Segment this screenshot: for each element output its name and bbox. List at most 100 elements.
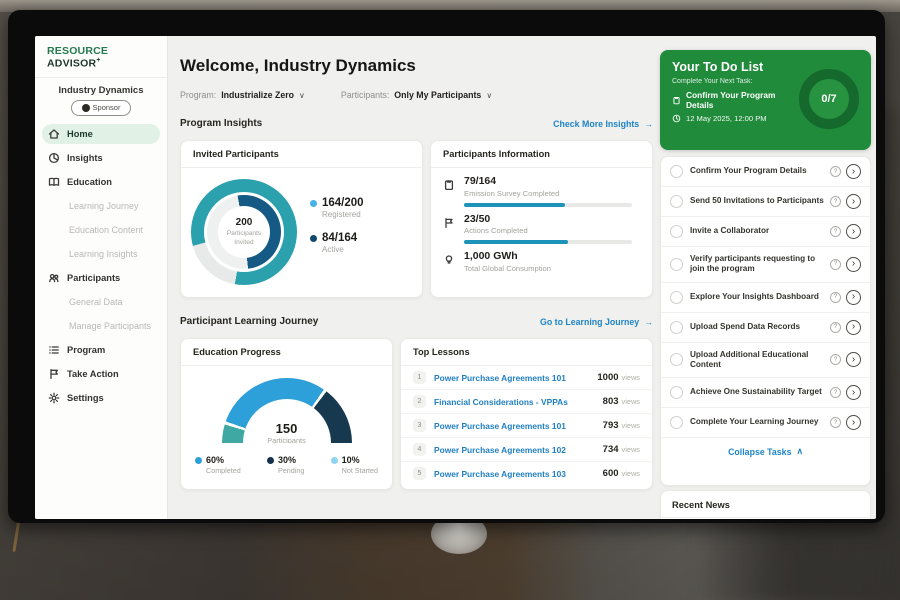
task-row[interactable]: Upload Spend Data Records ? › (661, 313, 870, 343)
sidebar-item-home[interactable]: Home (42, 124, 160, 144)
views-suffix: views (622, 373, 640, 382)
sidebar-item-settings[interactable]: Settings (42, 388, 160, 408)
task-row[interactable]: Invite a Collaborator ? › (661, 217, 870, 247)
chevron-right-button[interactable]: › (846, 352, 861, 367)
views-suffix: views (622, 421, 640, 430)
recent-news-card: Recent News (660, 490, 871, 519)
donut-center-value: 200 (236, 217, 253, 228)
chevron-right-button[interactable]: › (846, 415, 861, 430)
task-checkbox[interactable] (670, 195, 683, 208)
chevron-right-button[interactable]: › (846, 290, 861, 305)
lesson-views: 1000 (597, 372, 618, 383)
lesson-link[interactable]: Power Purchase Agreements 102 (434, 445, 603, 455)
legend-item-pending: 30% Pending (267, 455, 304, 475)
stat-label: Total Global Consumption (464, 264, 551, 273)
chevron-right-button[interactable]: › (846, 257, 861, 272)
help-icon[interactable]: ? (830, 387, 841, 398)
task-row[interactable]: Send 50 Invitations to Participants ? › (661, 187, 870, 217)
chevron-right-button[interactable]: › (846, 320, 861, 335)
participants-dropdown[interactable]: Participants: Only My Participants ∨ (341, 90, 492, 100)
lesson-link[interactable]: Power Purchase Agreements 101 (434, 373, 597, 383)
task-label: Verify participants requesting to join t… (690, 254, 826, 275)
legend-value: 164/200 (322, 197, 364, 209)
sidebar-item-program[interactable]: Program (42, 340, 160, 360)
sidebar-item-education-content[interactable]: Education Content (42, 220, 160, 240)
help-icon[interactable]: ? (830, 259, 841, 270)
task-row[interactable]: Explore Your Insights Dashboard ? › (661, 283, 870, 313)
sidebar-item-label: Program (67, 345, 105, 355)
sidebar-item-take-action[interactable]: Take Action (42, 364, 160, 384)
participants-value: Only My Participants (394, 90, 481, 100)
help-icon[interactable]: ? (830, 292, 841, 303)
help-icon[interactable]: ? (830, 166, 841, 177)
sidebar-item-label: Education (67, 177, 112, 187)
lesson-link[interactable]: Power Purchase Agreements 103 (434, 469, 603, 479)
task-checkbox[interactable] (670, 353, 683, 366)
sidebar-item-learning-insights[interactable]: Learning Insights (42, 244, 160, 264)
task-row[interactable]: Complete Your Learning Journey ? › (661, 408, 870, 438)
lesson-row[interactable]: 5 Power Purchase Agreements 103 600 view… (401, 462, 652, 485)
legend-dot (195, 457, 202, 464)
progress-bar (464, 203, 632, 207)
legend-label: Completed (206, 466, 241, 475)
help-icon[interactable]: ? (830, 196, 841, 207)
lesson-rank: 5 (413, 467, 426, 480)
task-checkbox[interactable] (670, 321, 683, 334)
task-checkbox[interactable] (670, 386, 683, 399)
sidebar-item-label: General Data (69, 297, 123, 307)
task-checkbox[interactable] (670, 258, 683, 271)
lesson-link[interactable]: Power Purchase Agreements 101 (434, 421, 603, 431)
views-suffix: views (622, 397, 640, 406)
task-checkbox[interactable] (670, 165, 683, 178)
learning-journey-header: Participant Learning Journey Go to Learn… (180, 316, 653, 327)
task-row[interactable]: Confirm Your Program Details ? › (661, 157, 870, 187)
lesson-row[interactable]: 4 Power Purchase Agreements 102 734 view… (401, 438, 652, 462)
chevron-right-button[interactable]: › (846, 385, 861, 400)
sidebar-nav: Home Insights Education Learning Journey… (35, 124, 167, 408)
legend-dot (267, 457, 274, 464)
help-icon[interactable]: ? (830, 322, 841, 333)
help-icon[interactable]: ? (830, 226, 841, 237)
chevron-right-button[interactable]: › (846, 224, 861, 239)
card-title: Invited Participants (181, 141, 422, 168)
education-icon (48, 176, 60, 188)
legend-value: 84/164 (322, 232, 357, 244)
sidebar-item-insights[interactable]: Insights (42, 148, 160, 168)
lesson-rank: 3 (413, 419, 426, 432)
task-checkbox[interactable] (670, 291, 683, 304)
check-more-insights-link[interactable]: Check More Insights → (553, 119, 653, 129)
go-to-learning-journey-link[interactable]: Go to Learning Journey → (540, 317, 653, 327)
sidebar-item-participants[interactable]: Participants (42, 268, 160, 288)
help-icon[interactable]: ? (830, 354, 841, 365)
lesson-views: 734 (603, 444, 619, 455)
task-row[interactable]: Verify participants requesting to join t… (661, 247, 870, 283)
logo-plus: + (96, 57, 100, 64)
sidebar-item-learning-journey[interactable]: Learning Journey (42, 196, 160, 216)
legend-label: Not Started (342, 466, 378, 475)
lesson-row[interactable]: 1 Power Purchase Agreements 101 1000 vie… (401, 366, 652, 390)
help-icon[interactable]: ? (830, 417, 841, 428)
legend-value: 30% (278, 455, 296, 465)
lesson-row[interactable]: 3 Power Purchase Agreements 101 793 view… (401, 414, 652, 438)
legend-label: Pending (278, 466, 304, 475)
gauge-center-value: 150 (222, 421, 352, 436)
sidebar-item-education[interactable]: Education (42, 172, 160, 192)
lesson-row[interactable]: 2 Financial Considerations - VPPAs 803 v… (401, 390, 652, 414)
chevron-right-button[interactable]: › (846, 164, 861, 179)
education-gauge-chart: 150 Participants (222, 378, 352, 443)
collapse-tasks-link[interactable]: Collapse Tasks ∧ (661, 438, 870, 465)
sidebar-item-general-data[interactable]: General Data (42, 292, 160, 312)
chevron-right-button[interactable]: › (846, 194, 861, 209)
task-checkbox[interactable] (670, 416, 683, 429)
sidebar-item-manage-participants[interactable]: Manage Participants (42, 316, 160, 336)
lesson-link[interactable]: Financial Considerations - VPPAs (434, 397, 603, 407)
lesson-views: 793 (603, 420, 619, 431)
program-dropdown[interactable]: Program: Industrialize Zero ∨ (180, 90, 305, 100)
legend-value: 10% (342, 455, 360, 465)
todo-next-due: 12 May 2025, 12:00 PM (686, 114, 767, 123)
sidebar-item-label: Learning Insights (69, 249, 138, 259)
task-row[interactable]: Upload Additional Educational Content ? … (661, 343, 870, 379)
legend-dot (331, 457, 338, 464)
task-row[interactable]: Achieve One Sustainability Target ? › (661, 378, 870, 408)
task-checkbox[interactable] (670, 225, 683, 238)
